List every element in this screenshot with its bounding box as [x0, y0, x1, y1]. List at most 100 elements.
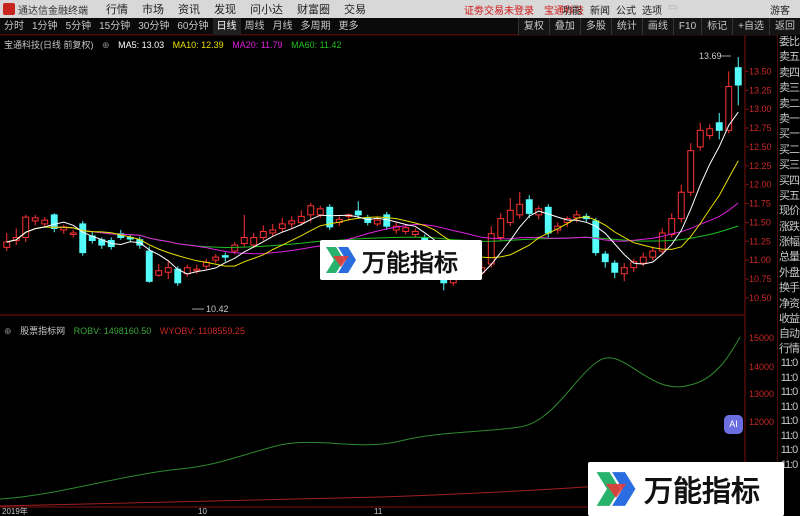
menu-news[interactable]: 资讯 — [178, 1, 200, 17]
candle-body — [250, 237, 258, 246]
candle-body — [316, 208, 324, 216]
sidebar-item[interactable]: 卖五 — [778, 50, 800, 65]
sidebar-item[interactable]: 委比 — [778, 35, 800, 50]
tool-back-button[interactable]: 返回 — [769, 18, 800, 35]
watermark-badge: 万能指标 — [320, 240, 482, 280]
period-5min[interactable]: 5分钟 — [62, 18, 96, 35]
period-more[interactable]: 更多 — [335, 18, 363, 35]
sidebar-item[interactable]: 买一 — [778, 127, 800, 142]
menu-function[interactable]: 功能 — [562, 2, 582, 17]
tool-adjust-button[interactable]: 复权 — [517, 18, 549, 35]
sidebar-item[interactable]: 现价 — [778, 204, 800, 219]
price-tick-label: 11.75 — [749, 199, 771, 209]
tool-draw-button[interactable]: 画线 — [641, 18, 673, 35]
sidebar-item[interactable]: 卖四 — [778, 66, 800, 81]
user-label[interactable]: 游客 — [770, 2, 790, 17]
tool-multi-stock-button[interactable]: 多股 — [579, 18, 611, 35]
candle-body — [297, 215, 305, 223]
tool-stats-button[interactable]: 统计 — [610, 18, 642, 35]
candle-body — [725, 86, 733, 131]
price-tick-label: 12.50 — [749, 142, 772, 152]
sidebar-item[interactable]: 卖一 — [778, 112, 800, 127]
candle-body — [601, 253, 609, 263]
time-tick: 11 — [374, 507, 383, 516]
candle-body — [411, 230, 419, 235]
candle-body — [611, 262, 619, 273]
sidebar-item: 11:0 — [780, 386, 799, 399]
account-icon[interactable]: ▭ — [668, 2, 677, 13]
period-60min[interactable]: 60分钟 — [173, 18, 212, 35]
sidebar-item[interactable]: 涨跌 — [778, 220, 800, 235]
menu-news-right[interactable]: 新闻 — [590, 2, 610, 17]
tool-add-watchlist-button[interactable]: +自选 — [732, 18, 769, 35]
candle-body — [373, 219, 381, 225]
candle-body — [687, 150, 695, 193]
period-weekly[interactable]: 周线 — [241, 18, 269, 35]
sidebar-item[interactable]: 总量 — [778, 250, 800, 265]
price-tick-label: 12.25 — [749, 161, 772, 171]
period-15min[interactable]: 15分钟 — [95, 18, 134, 35]
period-30min[interactable]: 30分钟 — [134, 18, 173, 35]
tool-overlay-button[interactable]: 叠加 — [548, 18, 580, 35]
login-status[interactable]: 证劵交易未登录 — [464, 2, 534, 17]
indicator-tick: 13000 — [749, 389, 774, 399]
menu-discover[interactable]: 发现 — [214, 1, 236, 17]
sidebar-item[interactable]: 买四 — [778, 174, 800, 189]
sidebar-item: 11:0 — [780, 444, 799, 457]
period-1min[interactable]: 1分钟 — [28, 18, 62, 35]
sidebar-item[interactable]: 买五 — [778, 189, 800, 204]
period-monthly[interactable]: 月线 — [269, 18, 297, 35]
indicator-tick: 14000 — [749, 362, 774, 372]
sidebar-item[interactable]: 自动 — [778, 327, 800, 342]
candle-body — [31, 217, 39, 222]
candle-body — [212, 256, 220, 261]
candle-body — [174, 268, 182, 284]
watermark-text: 万能指标 — [362, 248, 458, 277]
menu-ask[interactable]: 问小达 — [250, 1, 283, 17]
price-tick-label: 13.50 — [749, 66, 772, 76]
time-tick: 10 — [198, 507, 207, 516]
price-tick-label: 13.00 — [749, 104, 772, 114]
menu-trade[interactable]: 交易 — [344, 1, 366, 17]
sidebar-item[interactable]: 换手 — [778, 281, 800, 296]
candle-body — [288, 220, 296, 225]
menu-wealth-circle[interactable]: 财富圈 — [297, 1, 330, 17]
sidebar-item[interactable]: 净资 — [778, 297, 800, 312]
candle-body — [221, 255, 229, 258]
sidebar-item: 11:0 — [780, 400, 799, 413]
period-multi[interactable]: 多周期 — [297, 18, 335, 35]
time-tick: 2019年 — [2, 506, 28, 516]
sidebar-item[interactable]: 收益 — [778, 312, 800, 327]
indicator-axis: 15000 14000 13000 12000 — [749, 333, 774, 427]
candle-body — [525, 199, 533, 214]
period-toolbar: 分时 1分钟 5分钟 15分钟 30分钟 60分钟 日线 周线 月线 多周期 更… — [0, 17, 800, 35]
menu-quotes[interactable]: 行情 — [106, 1, 128, 17]
indicator-tick: 15000 — [749, 333, 774, 343]
sidebar-item[interactable]: 行情 — [778, 342, 800, 357]
sidebar-item[interactable]: 卖二 — [778, 97, 800, 112]
watermark-logo-icon — [596, 472, 636, 506]
watermark-badge: 万能指标 — [588, 462, 784, 516]
sidebar-item[interactable]: 买三 — [778, 158, 800, 173]
candle-body — [50, 214, 58, 229]
menu-formula[interactable]: 公式 — [616, 2, 636, 17]
tool-f10-button[interactable]: F10 — [672, 18, 702, 35]
app-logo-icon — [3, 3, 15, 15]
period-daily[interactable]: 日线 — [212, 17, 241, 35]
sidebar-item[interactable]: 涨幅 — [778, 235, 800, 250]
title-menu-bar: 通达信金融终端 行情 市场 资讯 发现 问小达 财富圈 交易 证劵交易未登录 宝… — [0, 0, 800, 18]
tool-mark-button[interactable]: 标记 — [701, 18, 733, 35]
sidebar-item[interactable]: 外盘 — [778, 266, 800, 281]
watermark-text: 万能指标 — [644, 474, 761, 508]
menu-options[interactable]: 选项 — [642, 2, 662, 17]
ai-assistant-button[interactable]: AI — [724, 415, 743, 434]
quote-sidebar: 委比 卖五 卖四 卖三 卖二 卖一 买一 买二 买三 买四 买五 现价 涨跌 涨… — [777, 35, 800, 516]
watermark-logo-icon — [326, 247, 356, 273]
candle-body — [497, 218, 505, 239]
candle-body — [354, 210, 362, 216]
period-intraday[interactable]: 分时 — [0, 18, 28, 35]
price-tick-label: 11.50 — [749, 217, 771, 227]
sidebar-item[interactable]: 卖三 — [778, 81, 800, 96]
menu-market[interactable]: 市场 — [142, 1, 164, 17]
sidebar-item[interactable]: 买二 — [778, 143, 800, 158]
